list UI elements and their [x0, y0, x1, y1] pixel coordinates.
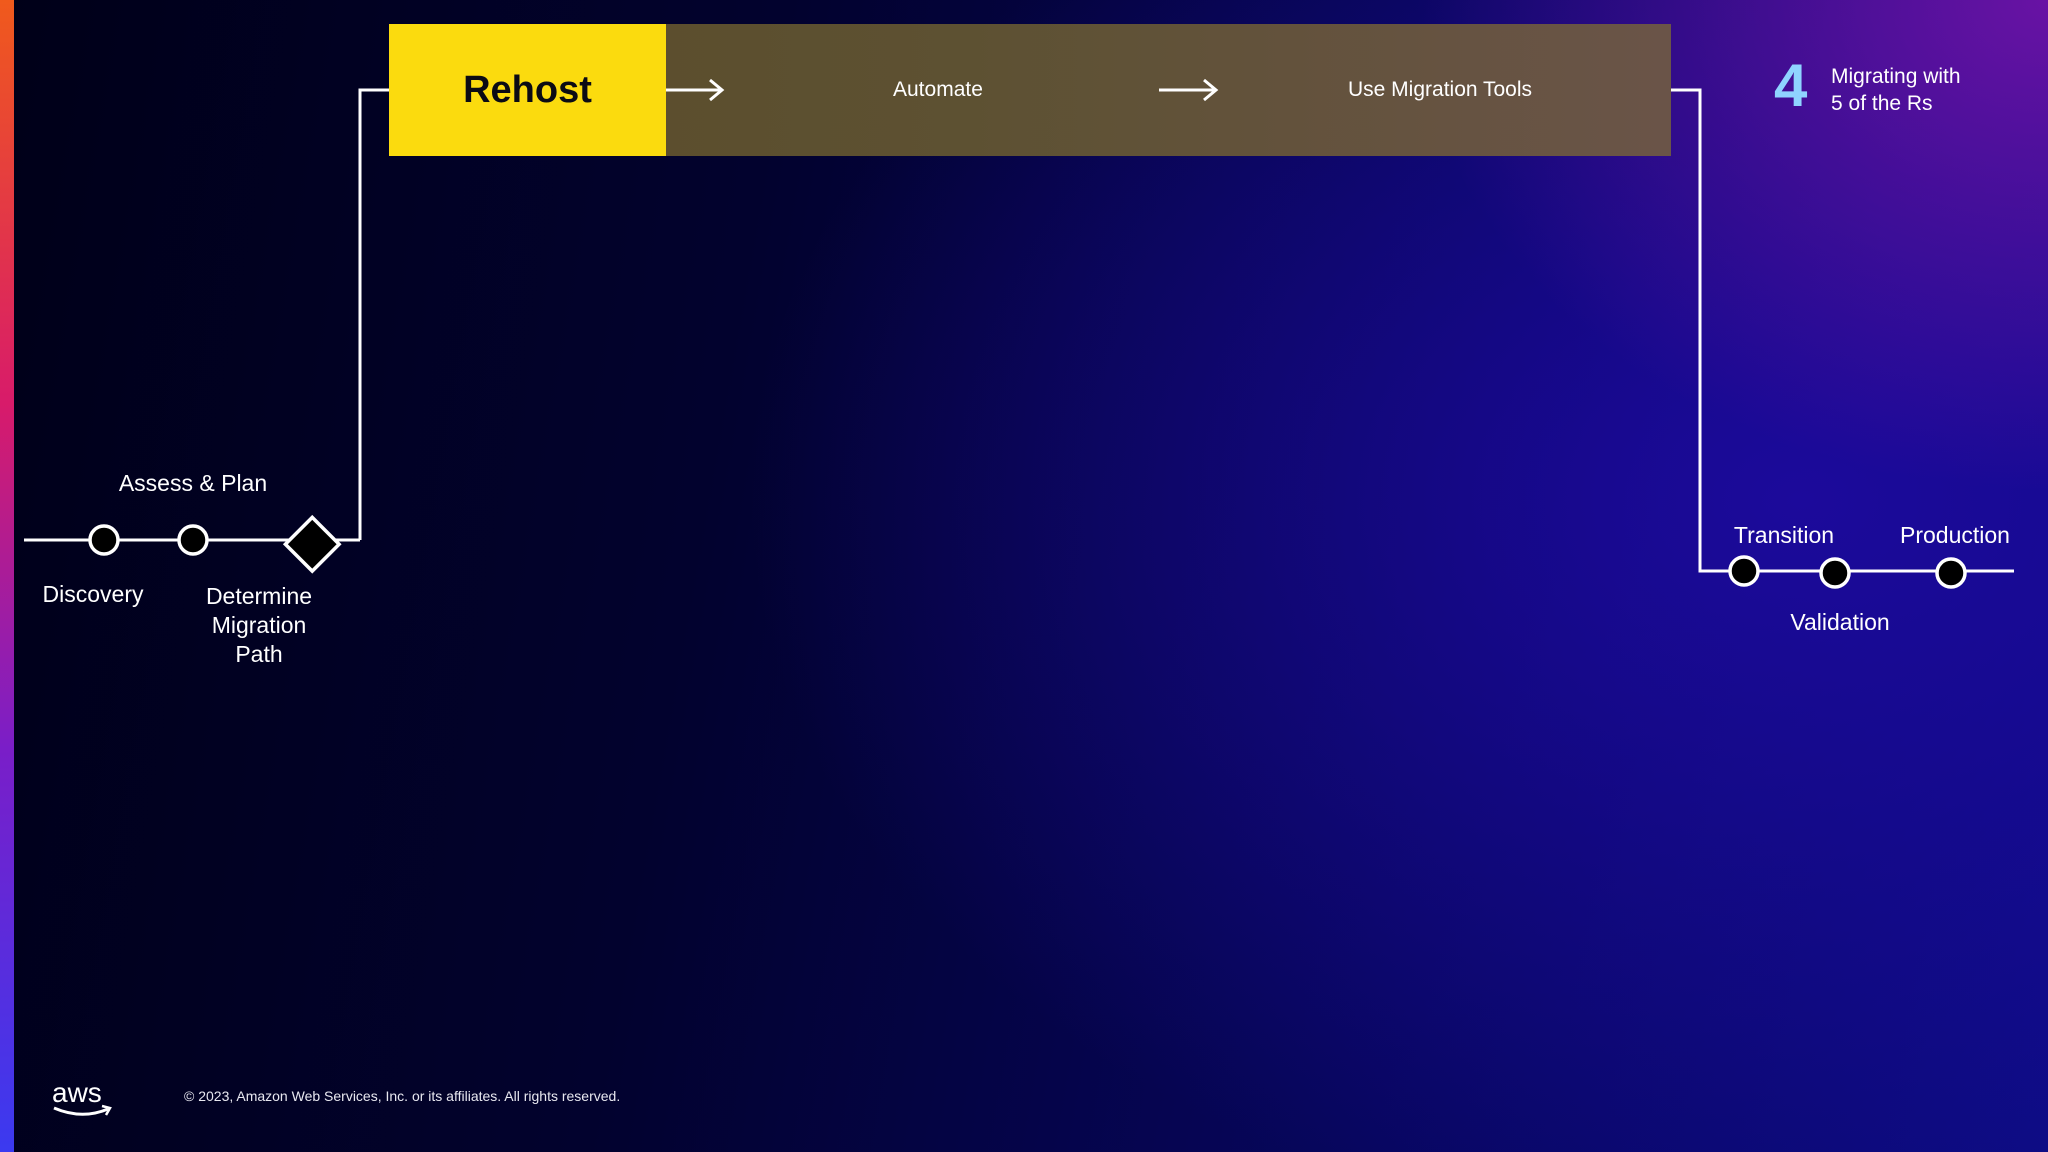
- right-connector-line: [1671, 88, 2014, 573]
- determine-line-3: Path: [235, 640, 283, 667]
- transition-node: [1728, 555, 1760, 587]
- assess-plan-node: [177, 524, 209, 556]
- production-node: [1935, 557, 1967, 589]
- left-connector-line: [358, 88, 389, 540]
- discovery-label: Discovery: [42, 581, 144, 607]
- validation-label: Validation: [1790, 609, 1890, 635]
- aws-logo: aws: [50, 1076, 116, 1125]
- aws-smile-icon: [53, 1106, 109, 1116]
- production-label: Production: [1900, 522, 2010, 548]
- transition-label: Transition: [1733, 522, 1835, 548]
- assess-plan-label: Assess & Plan: [118, 470, 268, 496]
- copyright-text: © 2023, Amazon Web Services, Inc. or its…: [184, 1088, 621, 1104]
- aws-logo-text: aws: [52, 1077, 102, 1108]
- section-title: Migrating with 5 of the Rs: [1831, 63, 1961, 118]
- determine-path-diamond: [282, 514, 342, 574]
- aws-logo-icon: aws: [52, 1077, 112, 1116]
- validation-node: [1819, 557, 1851, 589]
- discovery-node: [88, 524, 120, 556]
- determine-line-2: Migration: [211, 611, 307, 638]
- migration-path-diagram: [24, 78, 2014, 589]
- determine-migration-path-label: Determine Migration Path: [184, 582, 334, 668]
- section-title-line-1: Migrating with: [1831, 65, 1961, 88]
- section-number: 4: [1774, 52, 1808, 119]
- determine-line-1: Determine: [205, 583, 313, 609]
- section-title-line-2: 5 of the Rs: [1831, 92, 1933, 116]
